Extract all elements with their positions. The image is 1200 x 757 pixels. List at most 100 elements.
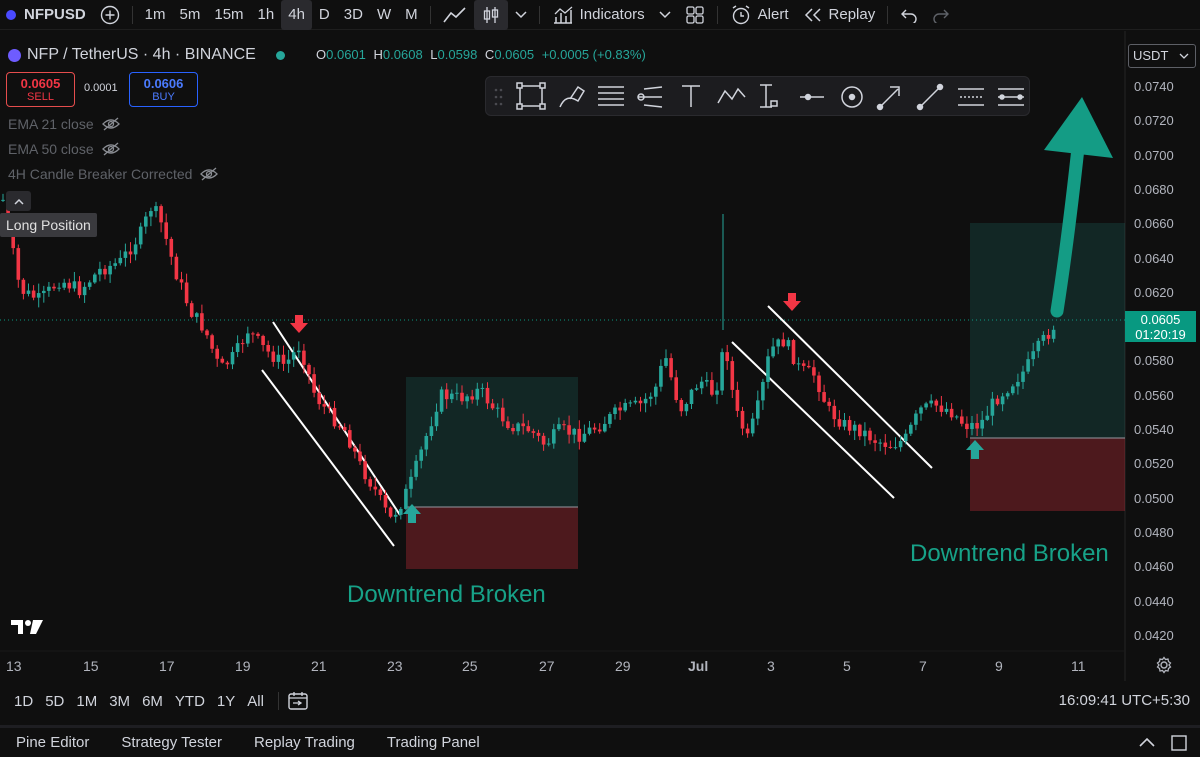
indicator-ema21-label: EMA 21 close xyxy=(8,116,94,132)
candle-body xyxy=(363,461,367,480)
chart-area[interactable] xyxy=(0,31,1200,681)
interval-1h[interactable]: 1h xyxy=(251,0,282,30)
indicator-ema50[interactable]: EMA 50 close xyxy=(8,141,120,157)
range-3m[interactable]: 3M xyxy=(103,693,136,710)
candle-body xyxy=(934,400,939,406)
candle-body xyxy=(674,377,678,400)
price-tick-label: 0.0620 xyxy=(1134,284,1174,300)
candle-body xyxy=(195,313,199,317)
candle-body xyxy=(807,365,811,368)
candle-body xyxy=(332,407,337,427)
candle-body xyxy=(893,447,898,449)
tab-trading-panel[interactable]: Trading Panel xyxy=(371,734,496,751)
candle-body xyxy=(1036,340,1041,352)
settings-gear-icon[interactable] xyxy=(1155,656,1173,674)
candle-body xyxy=(286,359,291,364)
indicator-ema21[interactable]: EMA 21 close xyxy=(8,116,120,132)
circle-tool-icon xyxy=(841,86,863,108)
interval-1m[interactable]: 1m xyxy=(138,0,173,30)
maximize-icon[interactable] xyxy=(1170,734,1188,752)
symbol-search-button[interactable]: NFPUSD xyxy=(16,0,93,30)
range-all[interactable]: All xyxy=(241,693,270,710)
candle-body xyxy=(26,290,31,294)
range-6m[interactable]: 6M xyxy=(136,693,169,710)
candle-body xyxy=(526,426,531,432)
interval-4h[interactable]: 4h xyxy=(281,0,312,30)
interval-3d[interactable]: 3D xyxy=(337,0,370,30)
range-1d[interactable]: 1D xyxy=(8,693,39,710)
add-symbol-icon[interactable] xyxy=(93,0,127,30)
candle-body xyxy=(541,435,546,445)
candle-body xyxy=(460,392,464,402)
candle-body xyxy=(664,358,668,366)
candle-body xyxy=(567,425,571,435)
indicators-chevron-icon[interactable] xyxy=(652,0,678,30)
range-1m[interactable]: 1M xyxy=(70,693,103,710)
layouts-icon[interactable] xyxy=(678,0,712,30)
undo-icon[interactable] xyxy=(893,0,925,30)
tab-pine-editor[interactable]: Pine Editor xyxy=(0,734,105,751)
replay-button[interactable]: Replay xyxy=(796,0,883,30)
buy-price: 0.0606 xyxy=(143,76,184,91)
indicator-candle-breaker[interactable]: 4H Candle Breaker Corrected xyxy=(8,166,219,182)
tab-strategy-tester[interactable]: Strategy Tester xyxy=(105,734,238,751)
candle-body xyxy=(995,398,1000,405)
line-chart-icon[interactable] xyxy=(436,0,474,30)
candle-body xyxy=(169,238,174,257)
price-tick-label: 0.0660 xyxy=(1134,216,1174,232)
tab-replay-trading[interactable]: Replay Trading xyxy=(238,734,371,751)
interval-d[interactable]: D xyxy=(312,0,337,30)
candle-body xyxy=(919,407,923,414)
candle-body xyxy=(302,350,306,365)
candle-body xyxy=(77,281,82,296)
currency-selector[interactable]: USDT xyxy=(1128,44,1196,68)
candle-body xyxy=(730,361,735,390)
long-position-label[interactable]: Long Position xyxy=(0,213,97,237)
interval-m[interactable]: M xyxy=(398,0,425,30)
candle-body xyxy=(577,428,582,442)
chart-title[interactable]: NFP / TetherUS · 4h · BINANCE xyxy=(27,46,256,64)
candle-body xyxy=(970,422,974,430)
replay-label: Replay xyxy=(828,6,876,23)
date-tick-label: 7 xyxy=(919,658,927,674)
range-1y[interactable]: 1Y xyxy=(211,693,241,710)
date-range-icon[interactable] xyxy=(287,691,309,711)
channel-line-1b xyxy=(261,369,395,547)
price-tick-label: 0.0420 xyxy=(1134,627,1174,643)
candles-icon[interactable] xyxy=(473,0,508,30)
timezone-clock[interactable]: 16:09:41 UTC+5:30 xyxy=(1059,692,1190,709)
range-ytd[interactable]: YTD xyxy=(169,693,211,710)
candle-body xyxy=(450,393,454,400)
candle-body xyxy=(378,489,383,495)
price-tick-label: 0.0720 xyxy=(1134,113,1174,129)
candle-body xyxy=(174,256,179,280)
eye-hidden-icon[interactable] xyxy=(200,167,219,181)
range-5d[interactable]: 5D xyxy=(39,693,70,710)
sell-button[interactable]: 0.0605 SELL xyxy=(6,72,75,107)
interval-5m[interactable]: 5m xyxy=(173,0,208,30)
interval-15m[interactable]: 15m xyxy=(207,0,250,30)
price-chart[interactable] xyxy=(0,31,1200,681)
indicators-button[interactable]: Indicators xyxy=(545,0,652,30)
date-tick-label: 9 xyxy=(995,658,1003,674)
alert-button[interactable]: Alert xyxy=(723,0,796,30)
candle-body xyxy=(480,387,485,389)
candle-body xyxy=(837,419,842,427)
chevron-down-icon[interactable] xyxy=(508,0,534,30)
currency-label: USDT xyxy=(1133,48,1169,63)
chevron-up-icon[interactable] xyxy=(1138,736,1156,748)
candle-body xyxy=(138,226,143,245)
price-tick-label: 0.0480 xyxy=(1134,524,1174,540)
candle-body xyxy=(684,403,689,412)
candle-body xyxy=(98,268,102,275)
interval-w[interactable]: W xyxy=(370,0,398,30)
buy-button[interactable]: 0.0606 BUY xyxy=(129,72,198,107)
redo-icon[interactable] xyxy=(925,0,957,30)
candle-body xyxy=(159,206,163,223)
eye-hidden-icon[interactable] xyxy=(101,142,120,156)
channel-line-2a xyxy=(767,305,933,469)
collapse-legend-button[interactable] xyxy=(6,191,31,211)
candle-body xyxy=(801,363,806,366)
candle-body xyxy=(771,346,775,357)
eye-hidden-icon[interactable] xyxy=(101,117,120,131)
